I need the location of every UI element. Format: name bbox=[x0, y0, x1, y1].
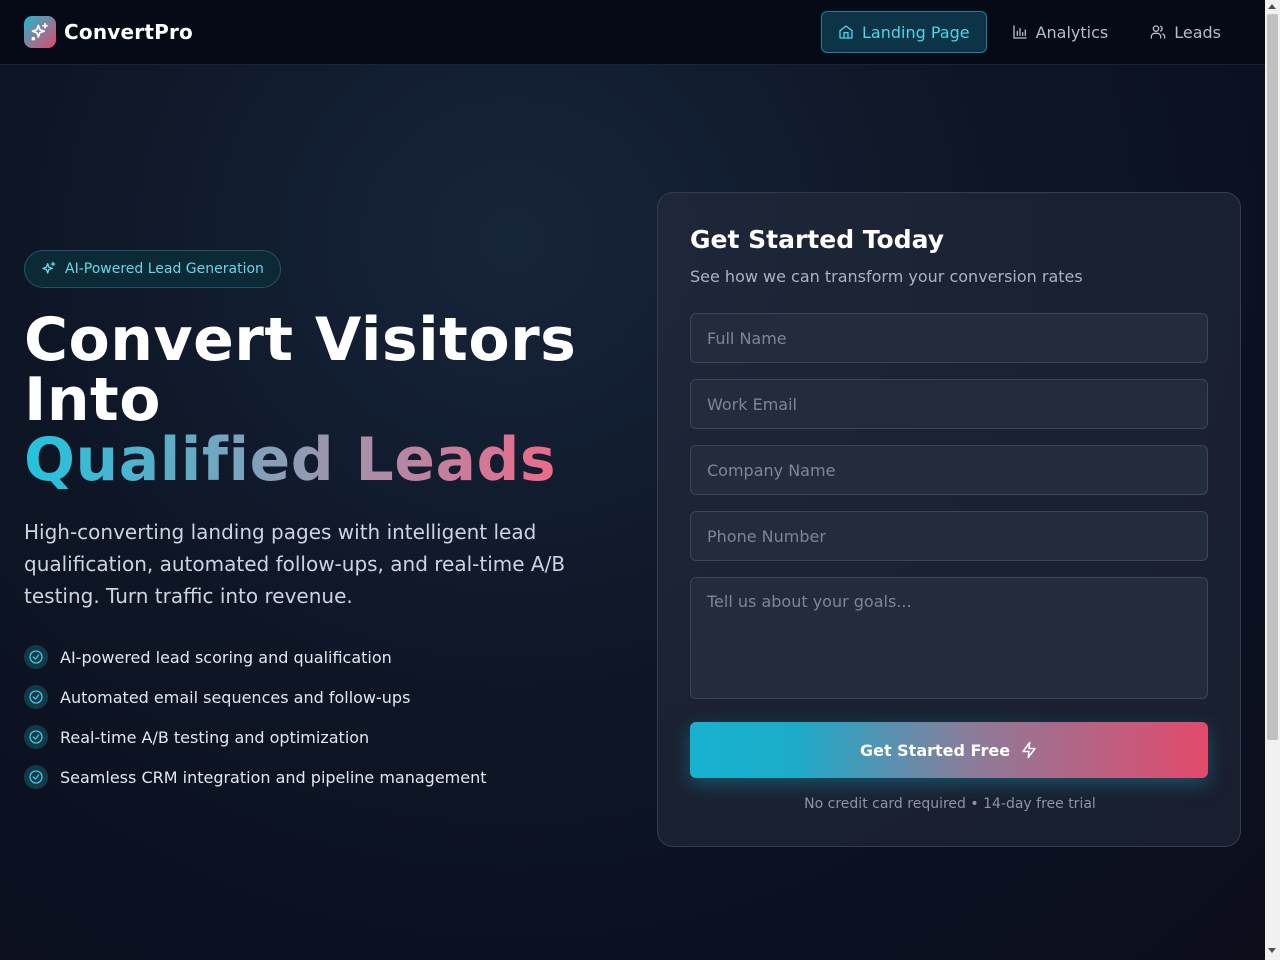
full-name-input[interactable] bbox=[690, 313, 1208, 363]
bar-chart-icon bbox=[1012, 25, 1027, 39]
check-circle-icon bbox=[24, 645, 48, 669]
nav-leads[interactable]: Leads bbox=[1133, 11, 1238, 53]
get-started-free-label: Get Started Free bbox=[859, 740, 1011, 760]
check-circle-icon bbox=[24, 685, 48, 709]
feature-item: Seamless CRM integration and pipeline ma… bbox=[24, 764, 487, 790]
scrollbar-thumb[interactable] bbox=[1267, 14, 1278, 740]
feature-item: AI-powered lead scoring and qualificatio… bbox=[24, 644, 487, 670]
nav-analytics-label: Analytics bbox=[1035, 22, 1109, 42]
vertical-scrollbar[interactable] bbox=[1265, 0, 1280, 960]
feature-text: AI-powered lead scoring and qualificatio… bbox=[60, 647, 392, 667]
check-circle-icon bbox=[24, 725, 48, 749]
get-started-free-button[interactable]: Get Started Free bbox=[690, 722, 1208, 778]
nav-landing-page-label: Landing Page bbox=[861, 22, 970, 42]
nav-landing-page[interactable]: Landing Page bbox=[820, 11, 987, 53]
scroll-down-arrow-icon[interactable] bbox=[1268, 948, 1276, 953]
nav-leads-label: Leads bbox=[1174, 22, 1221, 42]
hero-title-highlight: Qualified Leads bbox=[24, 425, 557, 495]
form-footnote: No credit card required • 14-day free tr… bbox=[804, 796, 1096, 812]
feature-item: Automated email sequences and follow-ups bbox=[24, 684, 487, 710]
company-name-input[interactable] bbox=[690, 445, 1208, 495]
users-icon bbox=[1150, 25, 1166, 39]
home-icon bbox=[839, 25, 853, 39]
ai-badge-label: AI-Powered Lead Generation bbox=[65, 261, 264, 277]
scroll-up-arrow-icon[interactable] bbox=[1268, 4, 1276, 9]
brand-name: ConvertPro bbox=[64, 20, 193, 44]
sparkles-icon bbox=[42, 261, 56, 274]
hero-subtitle: High-converting landing pages with intel… bbox=[24, 520, 566, 608]
ai-badge: AI-Powered Lead Generation bbox=[24, 250, 281, 288]
top-navbar: ConvertPro Landing Page Analytics Leads bbox=[0, 0, 1265, 65]
signup-form-card: Get Started Today See how we can transfo… bbox=[657, 192, 1241, 847]
nav-analytics[interactable]: Analytics bbox=[995, 11, 1126, 53]
brand[interactable]: ConvertPro bbox=[24, 16, 193, 48]
hero-title: Convert Visitors Into Qualified Leads bbox=[24, 310, 624, 490]
lightning-icon bbox=[1022, 741, 1036, 759]
phone-number-input[interactable] bbox=[690, 511, 1208, 561]
form-subtitle: See how we can transform your conversion… bbox=[690, 267, 1083, 286]
feature-item: Real-time A/B testing and optimization bbox=[24, 724, 487, 750]
goals-textarea[interactable] bbox=[690, 577, 1208, 699]
feature-text: Seamless CRM integration and pipeline ma… bbox=[60, 767, 487, 787]
feature-list: AI-powered lead scoring and qualificatio… bbox=[24, 644, 487, 804]
feature-text: Real-time A/B testing and optimization bbox=[60, 727, 370, 747]
check-circle-icon bbox=[24, 765, 48, 789]
form-title: Get Started Today bbox=[690, 225, 944, 254]
work-email-input[interactable] bbox=[690, 379, 1208, 429]
feature-text: Automated email sequences and follow-ups bbox=[60, 687, 411, 707]
main-nav: Landing Page Analytics Leads bbox=[813, 11, 1238, 53]
sparkles-logo-icon bbox=[24, 16, 56, 48]
